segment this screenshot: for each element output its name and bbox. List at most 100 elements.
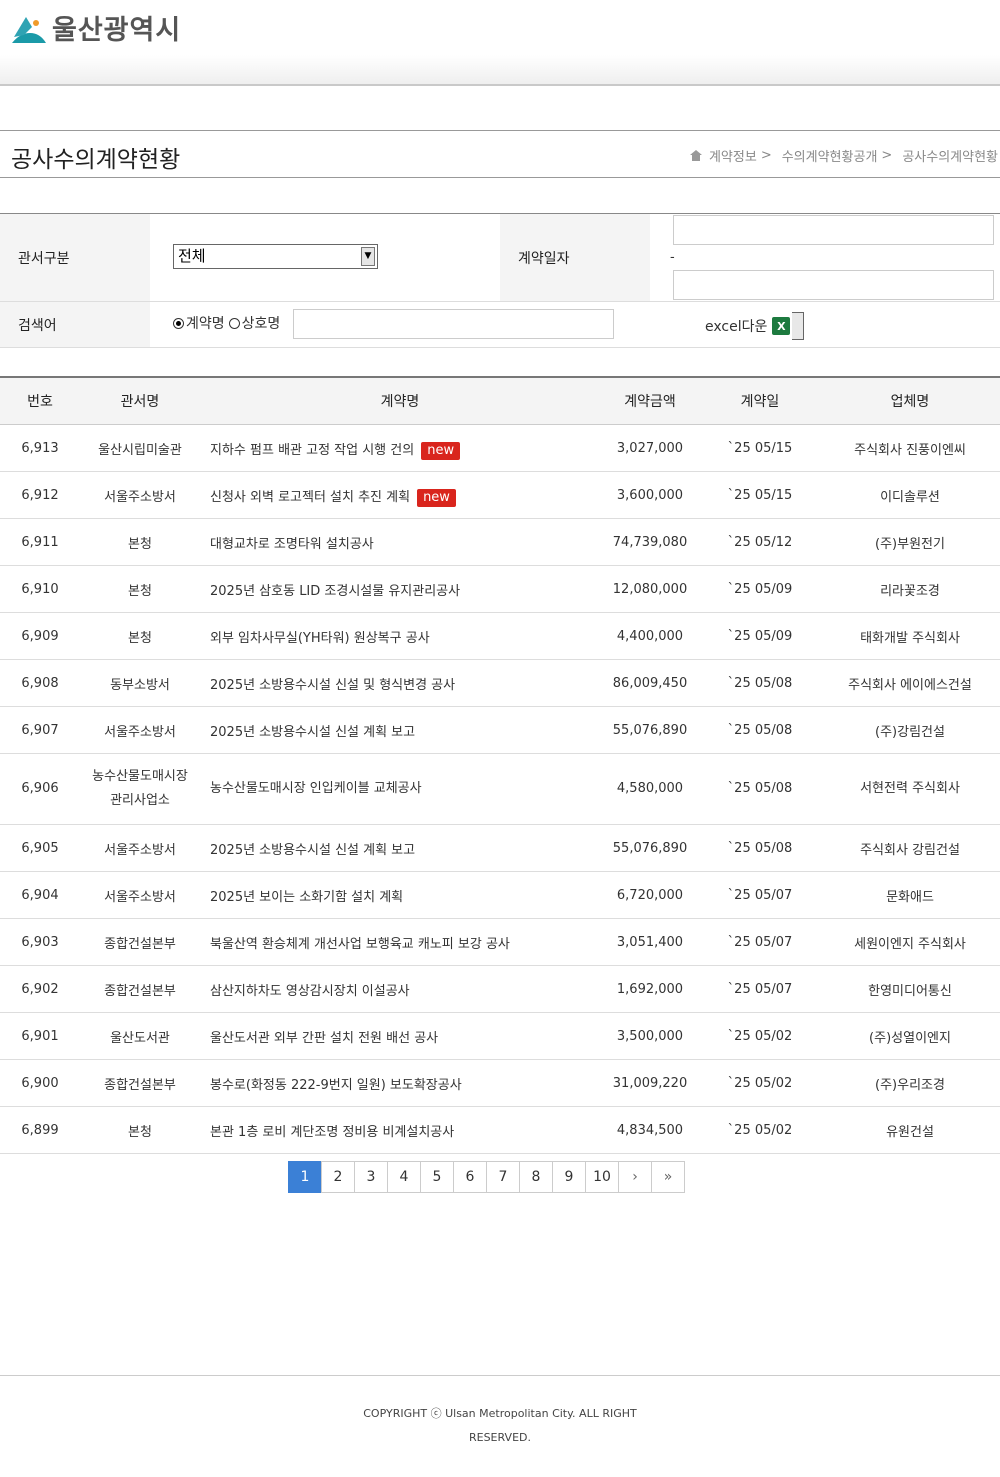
contract-name-link[interactable]: 2025년 소방용수시설 신설 및 형식변경 공사	[210, 678, 455, 693]
cell-number: 6,910	[0, 565, 80, 613]
city-logo[interactable]: 울산광역시	[10, 8, 181, 47]
cell-office: 종합건설본부	[80, 965, 200, 1013]
next-page-button[interactable]: ›	[618, 1161, 652, 1193]
page-3-button[interactable]: 3	[354, 1161, 388, 1193]
contract-name-link[interactable]: 2025년 소방용수시설 신설 계획 보고	[210, 725, 415, 740]
contract-name-link[interactable]: 2025년 보이는 소화기함 설치 계획	[210, 890, 403, 905]
contract-name-link[interactable]: 울산도서관 외부 간판 설치 전원 배선 공사	[210, 1031, 438, 1046]
cell-contract-name: 2025년 보이는 소화기함 설치 계획	[200, 871, 600, 919]
home-icon[interactable]	[689, 149, 703, 162]
last-page-button[interactable]: »	[651, 1161, 685, 1193]
table-row[interactable]: 6,906 농수산물도매시장 관리사업소 농수산물도매시장 인입케이블 교체공사 4,5…	[0, 753, 1000, 825]
office-text: 종합건설본부	[104, 983, 176, 999]
excel-download[interactable]: excel다운 X	[705, 312, 805, 340]
cell-contract-name: 2025년 소방용수시설 신설 계획 보고	[200, 824, 600, 872]
table-row[interactable]: 6,901 울산도서관 울산도서관 외부 간판 설치 전원 배선 공사 3,500,0…	[0, 1012, 1000, 1060]
office-text: 종합건설본부	[104, 1077, 176, 1093]
cell-number: 6,909	[0, 612, 80, 660]
breadcrumb-separator: >	[881, 148, 893, 163]
table-row[interactable]: 6,899 본청 본관 1층 로비 계단조명 정비용 비계설치공사 4,834,500…	[0, 1106, 1000, 1154]
cell-date: `25 05/07	[700, 965, 820, 1013]
keyword-input[interactable]	[293, 309, 614, 339]
search-row-office: 관서구분 전체 ▼ 계약일자 -	[0, 214, 1000, 302]
breadcrumb-item-contract-info[interactable]: 계약정보	[709, 146, 757, 165]
contract-name-link[interactable]: 신청사 외벽 로고젝터 설치 추진 계획	[210, 490, 410, 505]
cell-office: 농수산물도매시장 관리사업소	[80, 753, 200, 825]
page-5-button[interactable]: 5	[420, 1161, 454, 1193]
contract-name-link[interactable]: 삼산지하차도 영상감시장치 이설공사	[210, 984, 410, 999]
contract-name-link[interactable]: 본관 1층 로비 계단조명 정비용 비계설치공사	[210, 1125, 454, 1140]
contract-name-link[interactable]: 북울산역 환승체계 개선사업 보행육교 캐노피 보강 공사	[210, 937, 510, 952]
cell-number: 6,899	[0, 1106, 80, 1154]
table-row[interactable]: 6,913 울산시립미술관 지하수 펌프 배관 고정 작업 시행 건의 new 3,02…	[0, 424, 1000, 472]
page-2-button[interactable]: 2	[321, 1161, 355, 1193]
pagination: 1 2 3 4 5 6 7 8 9 10 ›»	[288, 1161, 685, 1193]
contract-name-link[interactable]: 대형교차로 조명타워 설치공사	[210, 537, 374, 552]
cell-contract-name: 지하수 펌프 배관 고정 작업 시행 건의 new	[200, 424, 600, 472]
radio-checked-icon[interactable]	[173, 317, 184, 329]
contract-name-link[interactable]: 농수산물도매시장 인입케이블 교체공사	[210, 781, 422, 796]
cell-office: 서울주소방서	[80, 706, 200, 754]
page-7-button[interactable]: 7	[486, 1161, 520, 1193]
contract-name-link[interactable]: 지하수 펌프 배관 고정 작업 시행 건의	[210, 443, 414, 458]
cell-number: 6,903	[0, 918, 80, 966]
radio-contract-name[interactable]: 계약명	[173, 313, 225, 333]
col-header-number: 번호	[0, 377, 80, 425]
col-header-company: 업체명	[820, 377, 1000, 425]
radio-unchecked-icon[interactable]	[228, 317, 240, 329]
table-row[interactable]: 6,902 종합건설본부 삼산지하차도 영상감시장치 이설공사 1,692,000 `2…	[0, 965, 1000, 1013]
chevron-down-icon[interactable]: ▼	[361, 247, 375, 266]
page-8-button[interactable]: 8	[519, 1161, 553, 1193]
cell-amount: 31,009,220	[600, 1059, 700, 1107]
cell-date: `25 05/09	[700, 565, 820, 613]
cell-amount: 3,027,000	[600, 424, 700, 472]
office-text: 서울주소방서	[104, 842, 176, 858]
excel-download-button[interactable]	[792, 312, 805, 340]
table-row[interactable]: 6,912 서울주소방서 신청사 외벽 로고젝터 설치 추진 계획 new 3,600,…	[0, 471, 1000, 519]
table-row[interactable]: 6,900 종합건설본부 봉수로(화정동 222-9번지 일원) 보도확장공사 31,…	[0, 1059, 1000, 1107]
cell-contract-name: 2025년 소방용수시설 신설 및 형식변경 공사	[200, 659, 600, 707]
col-header-amount: 계약금액	[600, 377, 700, 425]
cell-company: 유원건설	[820, 1106, 1000, 1154]
site-footer: COPYRIGHT ⓒ Ulsan Metropolitan City. ALL…	[0, 1375, 1000, 1477]
radio-company-name[interactable]: 상호명	[228, 313, 280, 333]
contract-name-link[interactable]: 봉수로(화정동 222-9번지 일원) 보도확장공사	[210, 1078, 462, 1093]
table-row[interactable]: 6,910 본청 2025년 삼호동 LID 조경시설물 유지관리공사 12,080,…	[0, 565, 1000, 613]
copyright-line-1: COPYRIGHT ⓒ Ulsan Metropolitan City. ALL…	[363, 1407, 637, 1420]
cell-company: 서현전력 주식회사	[820, 753, 1000, 825]
cell-amount: 4,400,000	[600, 612, 700, 660]
contract-name-link[interactable]: 2025년 소방용수시설 신설 계획 보고	[210, 843, 415, 858]
office-line: 관리사업소	[110, 793, 170, 808]
cell-office: 울산도서관	[80, 1012, 200, 1060]
cell-number: 6,913	[0, 424, 80, 472]
cell-office: 본청	[80, 612, 200, 660]
table-row[interactable]: 6,909 본청 외부 임차사무실(YH타워) 원상복구 공사 4,400,000 `2…	[0, 612, 1000, 660]
table-row[interactable]: 6,907 서울주소방서 2025년 소방용수시설 신설 계획 보고 55,076,8…	[0, 706, 1000, 754]
office-select[interactable]: 전체 ▼	[173, 244, 378, 269]
date-end-input[interactable]	[673, 270, 994, 300]
breadcrumb-item-disclosure[interactable]: 수의계약현황공개	[782, 146, 878, 165]
cell-number: 6,901	[0, 1012, 80, 1060]
title-bar: 공사수의계약현황 계약정보 > 수의계약현황공개 > 공사수의계약현황	[0, 130, 1000, 178]
date-start-input[interactable]	[673, 215, 994, 245]
page-1-button[interactable]: 1	[288, 1161, 322, 1193]
table-row[interactable]: 6,905 서울주소방서 2025년 소방용수시설 신설 계획 보고 55,076,8…	[0, 824, 1000, 872]
cell-amount: 86,009,450	[600, 659, 700, 707]
page-6-button[interactable]: 6	[453, 1161, 487, 1193]
cell-amount: 6,720,000	[600, 871, 700, 919]
table-row[interactable]: 6,911 본청 대형교차로 조명타워 설치공사 74,739,080 `25 05/1…	[0, 518, 1000, 566]
breadcrumb-item-current[interactable]: 공사수의계약현황	[902, 146, 998, 165]
page-9-button[interactable]: 9	[552, 1161, 586, 1193]
table-row[interactable]: 6,903 종합건설본부 북울산역 환승체계 개선사업 보행육교 캐노피 보강 공사…	[0, 918, 1000, 966]
excel-icon[interactable]: X	[772, 317, 791, 335]
office-select-value: 전체	[178, 247, 206, 265]
page-4-button[interactable]: 4	[387, 1161, 421, 1193]
table-row[interactable]: 6,904 서울주소방서 2025년 보이는 소화기함 설치 계획 6,720,000…	[0, 871, 1000, 919]
new-badge: new	[421, 441, 461, 460]
cell-date: `25 05/15	[700, 424, 820, 472]
cell-contract-name: 2025년 소방용수시설 신설 계획 보고	[200, 706, 600, 754]
page-10-button[interactable]: 10	[585, 1161, 619, 1193]
contract-name-link[interactable]: 2025년 삼호동 LID 조경시설물 유지관리공사	[210, 584, 460, 599]
table-row[interactable]: 6,908 동부소방서 2025년 소방용수시설 신설 및 형식변경 공사 86,00…	[0, 659, 1000, 707]
contract-name-link[interactable]: 외부 임차사무실(YH타워) 원상복구 공사	[210, 631, 430, 646]
